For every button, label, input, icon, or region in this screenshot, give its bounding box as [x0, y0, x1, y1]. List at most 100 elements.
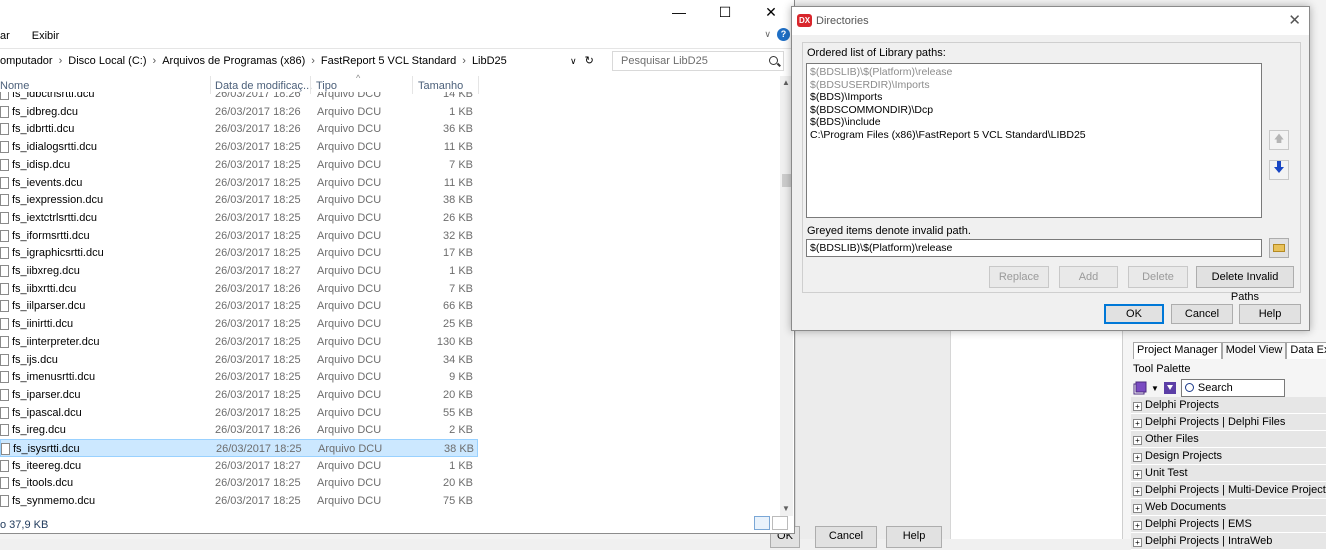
help-button[interactable]: Help — [1239, 304, 1301, 324]
path-list-item[interactable]: $(BDS)\include — [810, 116, 1258, 129]
table-row[interactable]: fs_synmemo.dcu 26/03/2017 18:25 Arquivo DC… — [0, 492, 478, 510]
table-row[interactable]: fs_idbreg.dcu 26/03/2017 18:26 Arquivo DCU… — [0, 103, 478, 121]
minimize-button[interactable]: — — [656, 0, 702, 24]
path-list-item[interactable]: C:\Program Files (x86)\FastReport 5 VCL … — [810, 129, 1258, 142]
tab-data-explorer[interactable]: Data Explor — [1286, 342, 1326, 359]
table-row[interactable]: fs_iextctrlsrtti.dcu 26/03/2017 18:25 Arqu… — [0, 209, 478, 227]
table-row[interactable]: fs_idbctrlsrtti.dcu 26/03/2017 18:26 Arqui… — [0, 92, 478, 103]
path-edit-field[interactable]: $(BDSLIB)\$(Platform)\release — [806, 239, 1262, 257]
table-row[interactable]: fs_ireg.dcu 26/03/2017 18:26 Arquivo DCU 2 … — [0, 421, 478, 439]
expand-ribbon-icon[interactable]: ∨ — [764, 29, 771, 40]
table-row[interactable]: fs_idialogsrtti.dcu 26/03/2017 18:25 Arqui… — [0, 138, 478, 156]
details-view-icon[interactable] — [754, 516, 770, 530]
tool-palette-category[interactable]: + Delphi Projects | EMS — [1131, 516, 1326, 533]
tool-palette-category[interactable]: + Other Files — [1131, 431, 1326, 448]
path-list-item[interactable]: $(BDSCOMMONDIR)\Dcp — [810, 104, 1258, 117]
table-row[interactable]: fs_imenusrtti.dcu 26/03/2017 18:25 Arquivo… — [0, 368, 478, 386]
expand-icon[interactable]: + — [1133, 436, 1142, 445]
search-input[interactable]: Pesquisar LibD25 — [612, 51, 784, 71]
move-up-button[interactable]: 🡅 — [1269, 130, 1289, 150]
path-list-item[interactable]: $(BDSUSERDIR)\Imports — [810, 79, 1258, 92]
delete-invalid-paths-button[interactable]: Delete Invalid Paths — [1196, 266, 1294, 303]
path-list-item[interactable]: $(BDSLIB)\$(Platform)\release — [810, 66, 1258, 79]
tool-palette-category[interactable]: + Delphi Projects | Multi-Device Projects — [1131, 482, 1326, 499]
scroll-thumb[interactable] — [782, 174, 791, 187]
tool-palette-category[interactable]: + Delphi Projects | Delphi Files — [1131, 414, 1326, 431]
table-row[interactable]: fs_isysrtti.dcu 26/03/2017 18:25 Arquivo D… — [0, 439, 478, 457]
table-row[interactable]: fs_iparser.dcu 26/03/2017 18:25 Arquivo DC… — [0, 386, 478, 404]
tool-palette-category[interactable]: + Unit Test — [1131, 465, 1326, 482]
tool-palette-search-input[interactable]: Search — [1180, 379, 1285, 397]
tab-project-manager[interactable]: Project Manager — [1133, 342, 1222, 359]
breadcrumb-separator-icon[interactable]: › — [309, 51, 317, 71]
breadcrumb-item[interactable]: Disco Local (C:) — [64, 51, 150, 71]
table-row[interactable]: fs_iteereg.dcu 26/03/2017 18:27 Arquivo DC… — [0, 457, 478, 475]
address-dropdown-icon[interactable]: ∨ — [570, 51, 577, 71]
table-row[interactable]: fs_idbrtti.dcu 26/03/2017 18:26 Arquivo DC… — [0, 120, 478, 138]
refresh-icon[interactable]: ↻ — [585, 51, 594, 71]
breadcrumb-item[interactable]: Arquivos de Programas (x86) — [158, 51, 309, 71]
table-row[interactable]: fs_idisp.dcu 26/03/2017 18:25 Arquivo DCU 7… — [0, 156, 478, 174]
expand-icon[interactable]: + — [1133, 538, 1142, 547]
cancel-button[interactable]: Cancel — [1171, 304, 1233, 324]
column-size[interactable]: Tamanho — [418, 80, 463, 92]
move-down-button[interactable] — [1269, 160, 1289, 180]
expand-icon[interactable]: + — [1133, 453, 1142, 462]
breadcrumb-separator-icon[interactable]: › — [460, 51, 468, 71]
breadcrumb-item[interactable]: omputador — [0, 51, 57, 71]
library-path-list[interactable]: $(BDSLIB)\$(Platform)\release $(BDSUSERDI… — [806, 63, 1262, 218]
tool-palette-category[interactable]: + Design Projects — [1131, 448, 1326, 465]
close-button[interactable]: ✕ — [748, 0, 794, 24]
delete-button[interactable]: Delete — [1128, 266, 1188, 288]
column-name[interactable]: Nome — [0, 80, 29, 92]
replace-button[interactable]: Replace — [989, 266, 1049, 288]
ribbon-tab-exibir[interactable]: Exibir — [32, 26, 60, 46]
table-row[interactable]: fs_iinirtti.dcu 26/03/2017 18:25 Arquivo D… — [0, 315, 478, 333]
tool-palette-category[interactable]: + Web Documents — [1131, 499, 1326, 516]
large-icons-view-icon[interactable] — [772, 516, 788, 530]
categories-icon[interactable] — [1133, 381, 1147, 395]
expand-icon[interactable]: + — [1133, 470, 1142, 479]
chevron-down-icon[interactable]: ▼ — [1151, 384, 1159, 393]
column-date[interactable]: Data de modificaç... — [215, 80, 312, 92]
expand-icon[interactable]: + — [1133, 419, 1142, 428]
table-row[interactable]: fs_ijs.dcu 26/03/2017 18:25 Arquivo DCU 34 … — [0, 351, 478, 369]
ide-cancel-button[interactable]: Cancel — [815, 526, 877, 548]
expand-icon[interactable]: + — [1133, 487, 1142, 496]
breadcrumb-item[interactable]: LibD25 — [468, 51, 511, 71]
tab-model-view[interactable]: Model View — [1221, 342, 1287, 359]
breadcrumb-item[interactable]: FastReport 5 VCL Standard — [317, 51, 460, 71]
file-name: fs_imenusrtti.dcu — [12, 371, 96, 384]
breadcrumb-separator-icon[interactable]: › — [151, 51, 159, 71]
expand-icon[interactable]: + — [1133, 504, 1142, 513]
table-row[interactable]: fs_igraphicsrtti.dcu 26/03/2017 18:25 Arqu… — [0, 244, 478, 262]
breadcrumb-separator-icon[interactable]: › — [57, 51, 65, 71]
table-row[interactable]: fs_ipascal.dcu 26/03/2017 18:25 Arquivo DC… — [0, 404, 478, 422]
maximize-button[interactable]: ☐ — [702, 0, 748, 24]
path-list-item[interactable]: $(BDS)\Imports — [810, 91, 1258, 104]
expand-icon[interactable]: + — [1133, 521, 1142, 530]
expand-icon[interactable]: + — [1133, 402, 1142, 411]
help-icon[interactable]: ? — [777, 28, 790, 41]
browse-folder-button[interactable] — [1269, 238, 1289, 258]
scroll-up-icon[interactable]: ▲ — [782, 78, 790, 87]
table-row[interactable]: fs_iibxrtti.dcu 26/03/2017 18:26 Arquivo D… — [0, 280, 478, 298]
breadcrumb[interactable]: omputador › Disco Local (C:) › Arquivos de P… — [0, 51, 605, 71]
table-row[interactable]: fs_iilparser.dcu 26/03/2017 18:25 Arquivo … — [0, 297, 478, 315]
ok-button[interactable]: OK — [1104, 304, 1164, 324]
filter-icon[interactable] — [1163, 381, 1177, 395]
table-row[interactable]: fs_iinterpreter.dcu 26/03/2017 18:25 Arqui… — [0, 333, 478, 351]
table-row[interactable]: fs_ievents.dcu 26/03/2017 18:25 Arquivo DC… — [0, 174, 478, 192]
tool-palette-category[interactable]: + Delphi Projects | IntraWeb — [1131, 533, 1326, 550]
close-icon[interactable]: ✕ — [1288, 11, 1301, 29]
table-row[interactable]: fs_iexpression.dcu 26/03/2017 18:25 Arquiv… — [0, 191, 478, 209]
scroll-down-icon[interactable]: ▼ — [782, 504, 790, 513]
table-row[interactable]: fs_iformsrtti.dcu 26/03/2017 18:25 Arquivo… — [0, 227, 478, 245]
column-type[interactable]: Tipo — [316, 80, 337, 92]
ide-help-button[interactable]: Help — [886, 526, 942, 548]
table-row[interactable]: fs_iibxreg.dcu 26/03/2017 18:27 Arquivo DC… — [0, 262, 478, 280]
add-button[interactable]: Add — [1059, 266, 1118, 288]
ribbon-tab-partial[interactable]: ar — [0, 26, 10, 46]
tool-palette-category[interactable]: + Delphi Projects — [1131, 397, 1326, 414]
table-row[interactable]: fs_itools.dcu 26/03/2017 18:25 Arquivo DCU… — [0, 474, 478, 492]
